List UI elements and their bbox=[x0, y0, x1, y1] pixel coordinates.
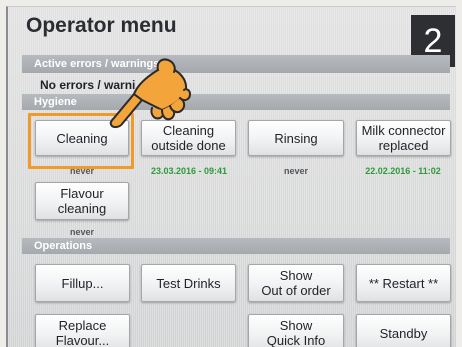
test-drinks-button[interactable]: Test Drinks bbox=[141, 264, 236, 302]
milk-connector-timestamp: 22.02.2016 - 11:02 bbox=[365, 166, 441, 176]
show-quick-info-button[interactable]: Show Quick Info bbox=[248, 314, 344, 347]
rinsing-last-run: never bbox=[283, 166, 309, 176]
operations-section-header: Operations bbox=[22, 238, 450, 254]
errors-section-header: Active errors / warnings bbox=[22, 55, 450, 73]
pointing-hand-icon bbox=[109, 58, 191, 129]
fillup-button[interactable]: Fillup... bbox=[35, 264, 130, 302]
hygiene-section-header: Hygiene bbox=[22, 94, 450, 110]
standby-button[interactable]: Standby bbox=[356, 314, 451, 347]
restart-button[interactable]: ** Restart ** bbox=[356, 264, 451, 302]
rinsing-button[interactable]: Rinsing bbox=[248, 120, 344, 156]
cleaning-outside-timestamp: 23.03.2016 - 09:41 bbox=[150, 166, 228, 176]
milk-connector-replaced-button[interactable]: Milk connector replaced bbox=[356, 120, 451, 156]
replace-flavour-button[interactable]: Replace Flavour... bbox=[35, 314, 130, 347]
flavour-cleaning-last-run: never bbox=[69, 227, 95, 237]
page-title: Operator menu bbox=[26, 14, 177, 37]
show-out-of-order-button[interactable]: Show Out of order bbox=[248, 264, 344, 302]
flavour-cleaning-button[interactable]: Flavour cleaning bbox=[35, 182, 129, 220]
cleaning-last-run: never bbox=[69, 166, 95, 176]
